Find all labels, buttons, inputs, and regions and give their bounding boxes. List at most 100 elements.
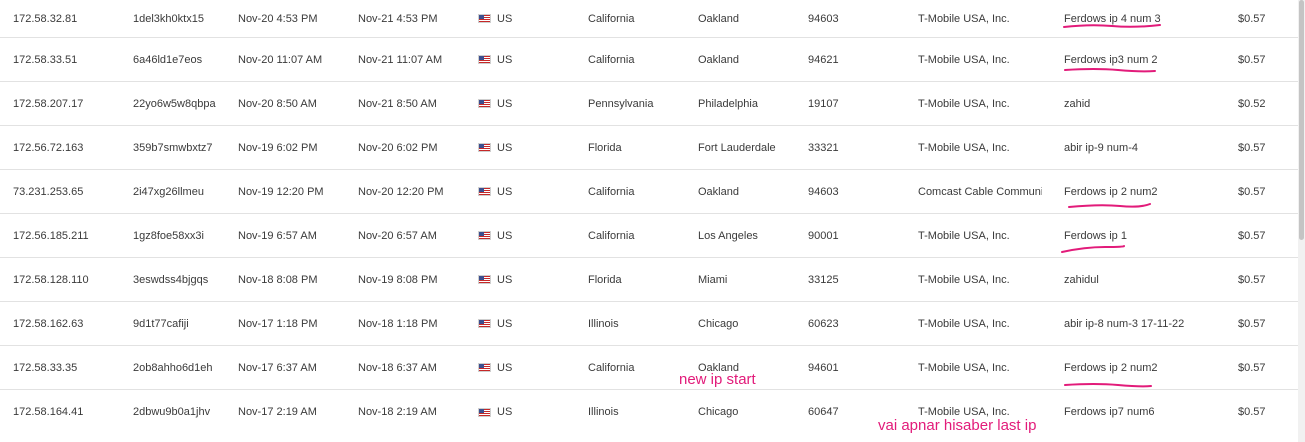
end-time-cell: Nov-19 8:08 PM [358, 273, 438, 286]
state-cell: Pennsylvania [588, 97, 654, 110]
ip-address-cell: 172.58.128.110 [13, 273, 89, 286]
zip-cell: 60623 [808, 317, 839, 330]
table-row[interactable]: 172.58.207.17 22yo6w5w8qbpa Nov-20 8:50 AM… [0, 82, 1298, 126]
isp-cell: T-Mobile USA, Inc. [918, 361, 1010, 374]
country-cell: US [478, 302, 512, 345]
us-flag-icon [478, 275, 491, 284]
state-cell: California [588, 185, 635, 198]
proxy-id-cell: 1del3kh0ktx15 [133, 12, 204, 25]
state-cell: Illinois [588, 317, 619, 330]
note-cell: abir ip-9 num-4 [1064, 141, 1138, 154]
table-row[interactable]: 73.231.253.65 2i47xg26llmeu Nov-19 12:20 P… [0, 170, 1298, 214]
isp-cell: T-Mobile USA, Inc. [918, 273, 1010, 286]
isp-cell: T-Mobile USA, Inc. [918, 12, 1010, 25]
note-cell: Ferdows ip 2 num2 [1064, 361, 1158, 374]
proxy-id-cell: 1gz8foe58xx3i [133, 229, 204, 242]
end-time-cell: Nov-21 11:07 AM [358, 53, 443, 66]
table-row[interactable]: 172.58.128.110 3eswdss4bjgqs Nov-18 8:08 P… [0, 258, 1298, 302]
state-cell: California [588, 12, 635, 25]
country-code: US [497, 406, 513, 418]
ip-address-cell: 172.58.207.17 [13, 97, 84, 110]
start-time-cell: Nov-20 11:07 AM [238, 53, 323, 66]
us-flag-icon [478, 99, 491, 108]
end-time-cell: Nov-20 6:02 PM [358, 141, 438, 154]
start-time-cell: Nov-17 6:37 AM [238, 361, 317, 374]
table-row[interactable]: 172.56.185.211 1gz8foe58xx3i Nov-19 6:57 A… [0, 214, 1298, 258]
city-cell: Chicago [698, 317, 739, 330]
country-cell: US [478, 170, 512, 213]
proxy-id-cell: 9d1t77cafiji [133, 317, 189, 330]
zip-cell: 60647 [808, 406, 839, 418]
state-cell: Florida [588, 141, 622, 154]
table-row[interactable]: 172.58.32.81 1del3kh0ktx15 Nov-20 4:53 PM N… [0, 0, 1298, 38]
note-cell: Ferdows ip7 num6 [1064, 406, 1155, 418]
country-code: US [497, 273, 513, 286]
country-cell: US [478, 214, 512, 257]
country-code: US [497, 97, 513, 110]
table-row[interactable]: 172.58.162.63 9d1t77cafiji Nov-17 1:18 PM N… [0, 302, 1298, 346]
city-cell: Los Angeles [698, 229, 758, 242]
price-cell: $0.57 [1238, 317, 1266, 330]
price-cell: $0.57 [1238, 273, 1266, 286]
ip-address-cell: 172.56.185.211 [13, 229, 89, 242]
isp-cell: T-Mobile USA, Inc. [918, 53, 1010, 66]
scrollbar-thumb[interactable] [1299, 0, 1304, 240]
state-cell: California [588, 53, 635, 66]
note-cell: abir ip-8 num-3 17-11-22 [1064, 317, 1185, 330]
zip-cell: 94603 [808, 185, 839, 198]
isp-cell: T-Mobile USA, Inc. [918, 229, 1010, 242]
isp-cell: T-Mobile USA, Inc. [918, 317, 1010, 330]
start-time-cell: Nov-19 6:57 AM [238, 229, 317, 242]
ip-address-cell: 172.58.33.35 [13, 361, 78, 374]
end-time-cell: Nov-21 4:53 PM [358, 12, 438, 25]
country-code: US [497, 141, 513, 154]
country-code: US [497, 12, 513, 25]
us-flag-icon [478, 187, 491, 196]
isp-cell: T-Mobile USA, Inc. [918, 97, 1010, 110]
us-flag-icon [478, 55, 491, 64]
note-cell: Ferdows ip3 num 2 [1064, 53, 1158, 66]
price-cell: $0.57 [1238, 361, 1266, 374]
start-time-cell: Nov-19 12:20 PM [238, 185, 324, 198]
city-cell: Oakland [698, 53, 739, 66]
us-flag-icon [478, 407, 491, 417]
zip-cell: 94621 [808, 53, 839, 66]
zip-cell: 94601 [808, 361, 839, 374]
price-cell: $0.57 [1238, 53, 1266, 66]
start-time-cell: Nov-20 4:53 PM [238, 12, 318, 25]
start-time-cell: Nov-17 1:18 PM [238, 317, 318, 330]
us-flag-icon [478, 143, 491, 152]
country-cell: US [478, 38, 512, 81]
vertical-scrollbar[interactable] [1298, 0, 1305, 442]
zip-cell: 90001 [808, 229, 839, 242]
proxy-table: 172.58.32.81 1del3kh0ktx15 Nov-20 4:53 PM N… [0, 0, 1298, 434]
price-cell: $0.57 [1238, 229, 1266, 242]
proxy-id-cell: 2ob8ahho6d1eh [133, 361, 213, 374]
city-cell: Oakland [698, 12, 739, 25]
table-row[interactable]: 172.56.72.163 359b7smwbxtz7 Nov-19 6:02 PM… [0, 126, 1298, 170]
table-row[interactable]: 172.58.33.51 6a46ld1e7eos Nov-20 11:07 AM N… [0, 38, 1298, 82]
city-cell: Oakland [698, 361, 739, 374]
ip-address-cell: 172.58.162.63 [13, 317, 84, 330]
country-cell: US [478, 390, 512, 434]
country-code: US [497, 53, 513, 66]
proxy-id-cell: 359b7smwbxtz7 [133, 141, 213, 154]
ip-address-cell: 172.58.33.51 [13, 53, 78, 66]
country-code: US [497, 229, 513, 242]
country-code: US [497, 185, 513, 198]
us-flag-icon [478, 363, 491, 372]
isp-cell: T-Mobile USA, Inc. [918, 406, 1010, 418]
country-cell: US [478, 346, 512, 389]
country-code: US [497, 317, 513, 330]
end-time-cell: Nov-18 2:19 AM [358, 406, 437, 418]
table-row[interactable]: 172.58.33.35 2ob8ahho6d1eh Nov-17 6:37 AM N… [0, 346, 1298, 390]
price-cell: $0.57 [1238, 185, 1266, 198]
table-row[interactable]: 172.58.164.41 2dbwu9b0a1jhv Nov-17 2:19 AM… [0, 390, 1298, 434]
start-time-cell: Nov-18 8:08 PM [238, 273, 318, 286]
proxy-id-cell: 3eswdss4bjgqs [133, 273, 209, 286]
price-cell: $0.57 [1238, 12, 1266, 25]
note-cell: zahidul [1064, 273, 1099, 286]
proxy-id-cell: 6a46ld1e7eos [133, 53, 203, 66]
country-cell: US [478, 0, 512, 37]
isp-cell: Comcast Cable Communi... [918, 185, 1042, 198]
